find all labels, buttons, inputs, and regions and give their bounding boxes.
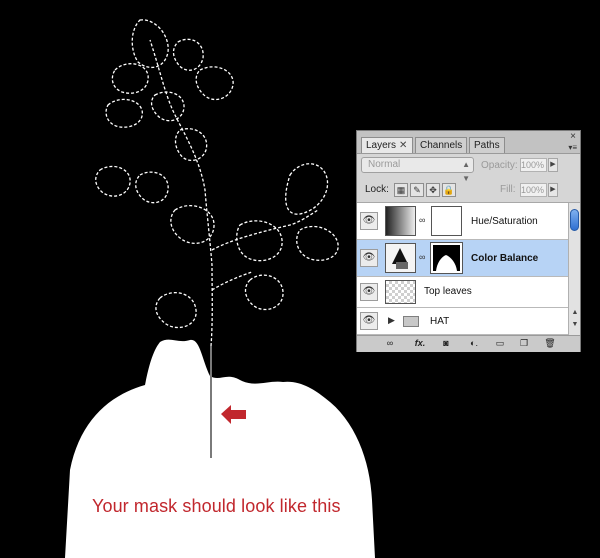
blend-row: Normal ▲ ▼ Opacity: 100% ▶ [357,154,580,183]
tab-channels-label: Channels [420,140,463,151]
scrollbar-thumb[interactable] [570,209,579,231]
disclosure-triangle-icon[interactable]: ▶ [388,315,395,326]
link-layers-icon[interactable]: ∞ [381,337,399,350]
layer-top-leaves[interactable]: 👁 Top leaves [357,277,568,308]
eye-icon[interactable]: 👁 [360,283,378,301]
scroll-down-icon[interactable]: ▼ [570,321,580,328]
link-icon: ∞ [419,215,426,225]
selection-outline [95,19,339,347]
lock-all-icon[interactable]: 🔒 [442,183,456,197]
layers-panel[interactable]: × Layers ✕ Channels Paths ▾≡ Normal ▲ ▼ Op… [356,130,581,352]
layer-name: Top leaves [424,286,472,297]
lock-move-icon[interactable]: ✥ [426,183,440,197]
eye-icon[interactable]: 👁 [360,212,378,230]
eye-icon[interactable]: 👁 [360,312,378,330]
lock-label: Lock: [365,184,389,195]
add-mask-icon[interactable]: ◙ [439,337,453,350]
mask-thumbnail [430,242,463,274]
eye-icon[interactable]: 👁 [360,249,378,267]
lock-row: Lock: ▦ ✎ ✥ 🔒 Fill: 100% ▶ [357,178,580,203]
layer-thumbnail [385,280,416,304]
folder-icon [403,316,419,327]
layer-name: HAT [430,316,450,327]
tab-layers[interactable]: Layers ✕ [361,137,413,153]
layer-name: Color Balance [471,253,539,264]
panel-close-icon[interactable]: × [570,131,576,142]
lock-brush-icon[interactable]: ✎ [410,183,424,197]
fx-icon[interactable]: fx. [409,337,431,350]
layers-list: 👁 ∞ Hue/Saturation 👁 ∞ Color Balance 👁 T… [357,203,568,335]
new-group-icon[interactable]: ▭ [493,337,507,350]
layer-hue-saturation[interactable]: 👁 ∞ Hue/Saturation [357,203,568,240]
layer-color-balance[interactable]: 👁 ∞ Color Balance [357,240,568,277]
layer-group-hat[interactable]: 👁 ▶ HAT [357,308,568,335]
link-icon: ∞ [419,252,426,262]
fill-input[interactable]: 100% [520,183,547,197]
opacity-label: Opacity: [481,160,518,171]
layer-name: Hue/Saturation [471,216,538,227]
panel-bottom-bar: ∞ fx. ◙ ◐. ▭ ❐ 🗑 [357,335,580,352]
lock-transparent-icon[interactable]: ▦ [394,183,408,197]
panel-menu-icon[interactable]: ▾≡ [568,143,577,152]
adjustment-layer-icon[interactable]: ◐. [465,337,483,350]
layers-scrollbar[interactable]: ▲ ▼ [568,203,580,335]
new-layer-icon[interactable]: ❐ [517,337,531,350]
caption: Your mask should look like this [92,496,341,516]
mask-thumbnail [431,206,462,236]
panel-tab-bar: × Layers ✕ Channels Paths ▾≡ [357,131,580,154]
tab-layers-label: Layers [366,140,397,151]
opacity-arrow-icon[interactable]: ▶ [548,158,558,172]
tab-channels[interactable]: Channels [415,137,467,153]
blend-mode-select[interactable]: Normal ▲ ▼ [361,157,474,183]
fill-label: Fill: [500,184,516,195]
tab-close-icon[interactable]: ✕ [399,140,407,151]
adjustment-thumbnail [385,243,416,273]
mask-silhouette [65,339,375,558]
tab-paths-label: Paths [474,140,500,151]
trash-icon[interactable]: 🗑 [543,337,557,350]
fill-arrow-icon[interactable]: ▶ [548,183,558,197]
opacity-input[interactable]: 100% [520,158,547,172]
adjustment-thumbnail [385,206,416,236]
blend-mode-value: Normal [368,159,401,170]
tab-paths[interactable]: Paths [469,137,505,153]
scroll-up-icon[interactable]: ▲ [570,309,580,316]
